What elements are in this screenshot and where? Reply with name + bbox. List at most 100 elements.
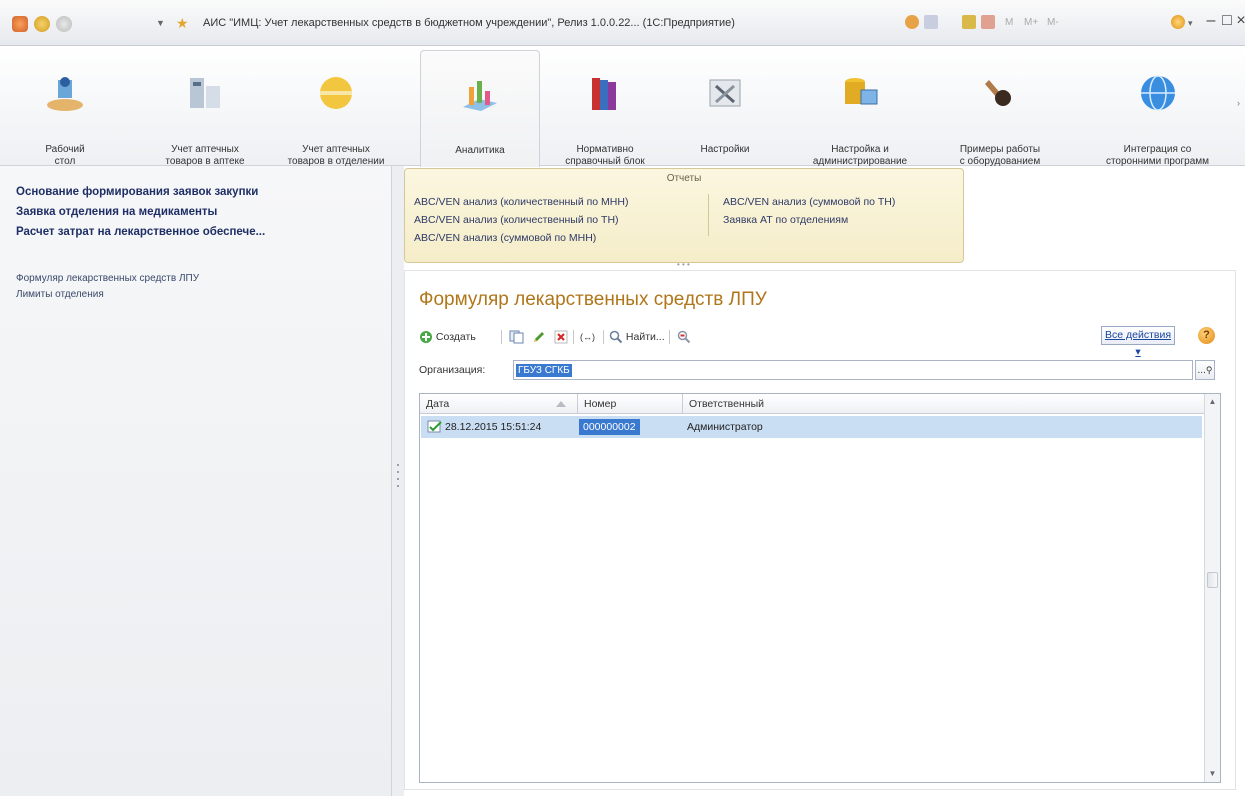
nav-item-department-limits[interactable]: Лимиты отделения <box>16 289 104 300</box>
scroll-thumb[interactable] <box>1207 572 1218 588</box>
reports-divider <box>708 194 709 236</box>
create-label: Создать <box>435 331 476 343</box>
report-abc-ven-sum-inn[interactable]: ABC/VEN анализ (суммовой по МНН) <box>414 232 596 244</box>
forward-icon[interactable] <box>56 16 72 32</box>
search-icon: ⚲ <box>1205 365 1213 375</box>
window-title: АИС "ИМЦ: Учет лекарственных средств в б… <box>203 17 735 29</box>
cell-date: 28.12.2015 15:51:24 <box>445 421 542 433</box>
vertical-scrollbar[interactable]: ▲ ▼ <box>1204 394 1220 782</box>
page-title: Формуляр лекарственных средств ЛПУ <box>419 289 767 310</box>
back-icon[interactable] <box>34 16 50 32</box>
globe-icon <box>1140 75 1175 111</box>
reports-panel: Отчеты ABC/VEN анализ (количественный по… <box>404 168 964 269</box>
form-toolbar: Создать (↔) Найти... Все действия ▾ ? <box>419 326 1224 358</box>
section-desktop[interactable]: Рабочий стол <box>30 46 100 167</box>
formulary-list-form: Формуляр лекарственных средств ЛПУ Созда… <box>404 270 1236 790</box>
section-label: Учет аптечных товаров в отделении <box>287 144 385 167</box>
favorites-icon[interactable] <box>924 15 938 29</box>
sort-ascending-icon <box>556 401 566 407</box>
column-date[interactable]: Дата <box>420 394 578 414</box>
copy-button[interactable] <box>509 328 525 346</box>
section-label: Нормативно справочный блок <box>565 144 645 167</box>
info-icon[interactable] <box>1171 15 1185 29</box>
books-icon <box>592 78 616 110</box>
cancel-search-icon <box>677 330 691 344</box>
all-actions-button[interactable]: Все действия ▾ <box>1101 326 1175 358</box>
reports-resize-handle[interactable]: • • • <box>677 260 690 269</box>
desktop-icon <box>47 77 83 111</box>
create-button[interactable]: Создать <box>419 328 476 346</box>
analytics-icon <box>463 81 497 111</box>
report-at-request-departments[interactable]: Заявка АТ по отделениям <box>723 214 848 226</box>
column-number-label: Номер <box>584 398 617 410</box>
dropdown-arrow-icon[interactable]: ▼ <box>156 15 165 31</box>
document-posted-icon <box>427 420 442 433</box>
scanner-icon <box>985 80 1011 106</box>
cell-responsible: Администратор <box>687 421 763 433</box>
history-icon[interactable] <box>905 15 919 29</box>
calendar-icon[interactable] <box>981 15 995 29</box>
section-pharmacy-goods[interactable]: Учет аптечных товаров в аптеке <box>140 46 270 167</box>
app-logo-icon[interactable] <box>12 16 28 32</box>
calculator-icon[interactable] <box>962 15 976 29</box>
organization-value: ГБУЗ СГКБ <box>516 364 572 377</box>
report-abc-ven-qty-inn[interactable]: ABC/VEN анализ (количественный по МНН) <box>414 196 628 208</box>
nav-item-department-request[interactable]: Заявка отделения на медикаменты <box>16 206 217 218</box>
edit-button[interactable] <box>532 328 546 346</box>
table-row[interactable]: 28.12.2015 15:51:24 000000002 Администра… <box>421 416 1202 438</box>
report-abc-ven-sum-tn[interactable]: ABC/VEN анализ (суммовой по ТН) <box>723 196 895 208</box>
close-icon[interactable]: × <box>1233 11 1245 31</box>
section-label: Рабочий стол <box>45 144 85 167</box>
ribbon-scroll-right-icon[interactable]: › <box>1237 98 1240 108</box>
brackets-icon: (↔) <box>580 332 595 342</box>
delete-mark-icon <box>554 330 568 344</box>
section-settings[interactable]: Настройки <box>680 46 770 166</box>
scroll-down-icon[interactable]: ▼ <box>1205 766 1220 782</box>
memory-m-icon[interactable]: M <box>1005 15 1013 31</box>
help-button[interactable]: ? <box>1198 327 1215 344</box>
nav-item-formulary[interactable]: Формуляр лекарственных средств ЛПУ <box>16 273 199 284</box>
delete-button[interactable] <box>554 328 568 346</box>
column-responsible[interactable]: Ответственный <box>683 394 1206 414</box>
title-bar: ▼ ★ АИС "ИМЦ: Учет лекарственных средств… <box>0 0 1245 46</box>
all-actions-label: Все действия <box>1104 329 1172 341</box>
section-department-goods[interactable]: Учет аптечных товаров в отделении <box>270 46 402 167</box>
pharmacy-icon <box>190 78 220 108</box>
info-menu-arrow-icon[interactable]: ▾ <box>1188 15 1193 31</box>
column-number[interactable]: Номер <box>578 394 683 414</box>
memory-mplus-icon[interactable]: M+ <box>1024 15 1038 31</box>
organization-select-button[interactable]: ...⚲ <box>1195 360 1215 380</box>
formulary-table: Дата Номер Ответственный 28.12.2015 15:5… <box>419 393 1221 783</box>
pill-icon <box>320 77 352 109</box>
section-integration[interactable]: Интеграция со сторонними программ <box>1080 46 1235 167</box>
tools-icon <box>709 79 741 107</box>
section-label: Учет аптечных товаров в аптеке <box>165 144 245 167</box>
application-window: ▼ ★ АИС "ИМЦ: Учет лекарственных средств… <box>0 0 1245 796</box>
column-responsible-label: Ответственный <box>689 398 764 410</box>
cancel-search-button[interactable] <box>677 328 691 346</box>
database-icon <box>845 78 878 105</box>
find-button[interactable]: Найти... <box>609 328 665 346</box>
navigation-panel: Основание формирования заявок закупки За… <box>0 166 392 796</box>
section-equipment[interactable]: Примеры работы с оборудованием <box>930 46 1070 167</box>
section-administration[interactable]: Настройка и администрирование <box>795 46 925 167</box>
magnifier-icon <box>609 330 623 344</box>
chevron-down-icon: ▾ <box>1135 346 1141 358</box>
section-reference[interactable]: Нормативно справочный блок <box>540 46 670 167</box>
section-analytics[interactable]: Аналитика <box>420 50 540 167</box>
scroll-up-icon[interactable]: ▲ <box>1205 394 1220 410</box>
panel-splitter[interactable] <box>392 166 404 796</box>
nav-item-cost-calculation[interactable]: Расчет затрат на лекарственное обеспече.… <box>16 226 265 238</box>
favorites-star-icon[interactable]: ★ <box>176 15 189 31</box>
column-date-label: Дата <box>426 398 450 410</box>
minimize-icon[interactable]: – <box>1203 11 1219 31</box>
organization-field[interactable]: ГБУЗ СГКБ <box>513 360 1193 380</box>
create-icon <box>420 331 432 344</box>
report-abc-ven-qty-tn[interactable]: ABC/VEN анализ (количественный по ТН) <box>414 214 619 226</box>
organization-label: Организация: <box>419 364 486 376</box>
section-label: Настройка и администрирование <box>812 144 908 167</box>
find-label: Найти... <box>625 331 665 343</box>
memory-mminus-icon[interactable]: M- <box>1047 15 1059 31</box>
structure-button[interactable]: (↔) <box>580 328 595 346</box>
nav-item-purchase-basis[interactable]: Основание формирования заявок закупки <box>16 186 258 198</box>
